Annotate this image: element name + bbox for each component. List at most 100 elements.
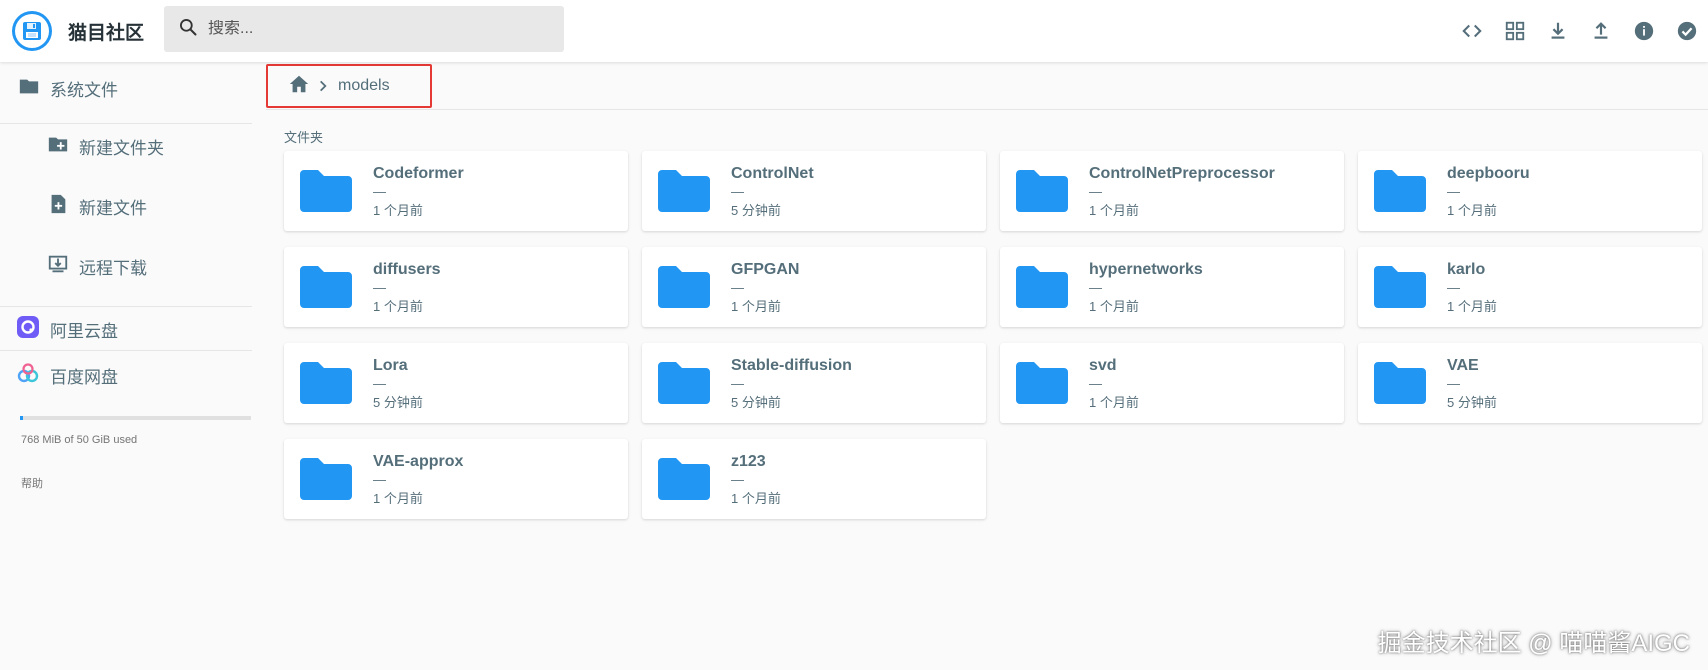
storage-quota-text: 768 MiB of 50 GiB used [21, 434, 138, 446]
chevron-right-icon [316, 79, 330, 93]
sidebar-item-baidu[interactable]: 百度网盘 [16, 361, 118, 390]
folder-item[interactable]: karlo — 1 个月前 [1358, 247, 1702, 327]
folder-modified: 1 个月前 [1447, 203, 1497, 218]
folder-item[interactable]: ControlNet — 5 分钟前 [642, 151, 986, 231]
divider [0, 306, 252, 307]
folder-size: — [373, 472, 386, 487]
folder-icon [1014, 360, 1070, 411]
create-folder-icon [47, 133, 79, 160]
folder-item[interactable]: z123 — 1 个月前 [642, 439, 986, 519]
folder-name: VAE [1447, 357, 1479, 374]
floppy-disk-icon [15, 14, 49, 48]
folder-item[interactable]: ControlNetPreprocessor — 1 个月前 [1000, 151, 1344, 231]
sidebar-item-label: 新建文件夹 [79, 139, 164, 158]
folder-name: ControlNet [731, 165, 814, 182]
folder-name: GFPGAN [731, 261, 800, 278]
search-input[interactable] [208, 20, 548, 38]
code-icon[interactable] [1450, 10, 1493, 53]
folder-icon [656, 168, 712, 219]
sidebar-item-label: 百度网盘 [50, 368, 118, 387]
info-icon[interactable] [1622, 10, 1665, 53]
sidebar-item-aliyun[interactable]: 阿里云盘 [16, 315, 118, 344]
top-bar: 猫目社区 [0, 0, 1708, 62]
folder-name: Codeformer [373, 165, 464, 182]
folder-modified: 1 个月前 [373, 299, 423, 314]
folder-icon [18, 75, 50, 102]
app-logo[interactable] [12, 11, 52, 51]
folder-size: — [373, 376, 386, 391]
divider [0, 123, 252, 124]
folder-size: — [1089, 376, 1102, 391]
folder-size: — [1447, 280, 1460, 295]
folder-icon [1372, 168, 1428, 219]
folder-icon [1014, 264, 1070, 315]
folder-name: hypernetworks [1089, 261, 1203, 278]
folder-size: — [731, 472, 744, 487]
folder-icon [298, 168, 354, 219]
folder-icon [1014, 168, 1070, 219]
folder-modified: 1 个月前 [373, 491, 423, 506]
folder-modified: 1 个月前 [1089, 299, 1139, 314]
remote-download-icon [47, 253, 79, 280]
folder-icon [656, 360, 712, 411]
folder-name: z123 [731, 453, 766, 470]
breadcrumb-current[interactable]: models [338, 77, 390, 95]
search-icon [178, 17, 198, 42]
folder-icon [298, 456, 354, 507]
check-circle-icon[interactable] [1665, 10, 1708, 53]
folder-item[interactable]: Codeformer — 1 个月前 [284, 151, 628, 231]
breadcrumb: models [266, 64, 432, 108]
folder-modified: 1 个月前 [731, 299, 781, 314]
upload-icon[interactable] [1579, 10, 1622, 53]
home-icon[interactable] [288, 73, 310, 100]
folder-name: diffusers [373, 261, 441, 278]
folder-name: svd [1089, 357, 1117, 374]
folder-item[interactable]: GFPGAN — 1 个月前 [642, 247, 986, 327]
folder-item[interactable]: hypernetworks — 1 个月前 [1000, 247, 1344, 327]
sidebar-item-label: 系统文件 [50, 81, 118, 100]
app-title: 猫目社区 [68, 23, 145, 44]
folder-modified: 1 个月前 [1447, 299, 1497, 314]
header-toolbar [1450, 0, 1708, 62]
folder-size: — [1089, 184, 1102, 199]
folder-item[interactable]: svd — 1 个月前 [1000, 343, 1344, 423]
folder-size: — [1447, 184, 1460, 199]
folder-name: Lora [373, 357, 408, 374]
sidebar-item-remote-download[interactable]: 远程下载 [47, 253, 147, 280]
folder-item[interactable]: VAE-approx — 1 个月前 [284, 439, 628, 519]
folder-name: Stable-diffusion [731, 357, 852, 374]
storage-quota-fill [20, 416, 24, 420]
folder-name: deepbooru [1447, 165, 1530, 182]
sidebar-item-new-folder[interactable]: 新建文件夹 [47, 133, 164, 160]
folder-item[interactable]: Stable-diffusion — 5 分钟前 [642, 343, 986, 423]
folder-size: — [373, 184, 386, 199]
folder-item[interactable]: Lora — 5 分钟前 [284, 343, 628, 423]
folder-icon [656, 264, 712, 315]
folder-name: ControlNetPreprocessor [1089, 165, 1275, 182]
help-link[interactable]: 帮助 [21, 475, 43, 491]
download-icon[interactable] [1536, 10, 1579, 53]
folder-icon [656, 456, 712, 507]
folder-icon [1372, 360, 1428, 411]
sidebar-item-new-file[interactable]: 新建文件 [47, 193, 147, 220]
storage-quota-bar [20, 416, 251, 420]
folder-size: — [731, 280, 744, 295]
divider [0, 350, 252, 351]
folders-section-label: 文件夹 [284, 130, 324, 145]
watermark: 掘金技术社区 @ 喵喵酱AIGC [1377, 630, 1690, 657]
folder-size: — [731, 376, 744, 391]
grid-view-icon[interactable] [1493, 10, 1536, 53]
folder-icon [298, 264, 354, 315]
search-box[interactable] [164, 6, 564, 52]
sidebar-item-system-files[interactable]: 系统文件 [18, 75, 118, 102]
folder-icon [1372, 264, 1428, 315]
folder-size: — [1089, 280, 1102, 295]
folder-modified: 5 分钟前 [731, 395, 781, 410]
folder-item[interactable]: deepbooru — 1 个月前 [1358, 151, 1702, 231]
sidebar: 系统文件 新建文件夹 新建文件 远程下载 阿里云盘 百度网盘 768 MiB o… [0, 62, 256, 670]
folder-modified: 5 分钟前 [731, 203, 781, 218]
folder-item[interactable]: VAE — 5 分钟前 [1358, 343, 1702, 423]
sidebar-item-label: 阿里云盘 [50, 322, 118, 341]
folder-item[interactable]: diffusers — 1 个月前 [284, 247, 628, 327]
new-file-icon [47, 193, 79, 220]
